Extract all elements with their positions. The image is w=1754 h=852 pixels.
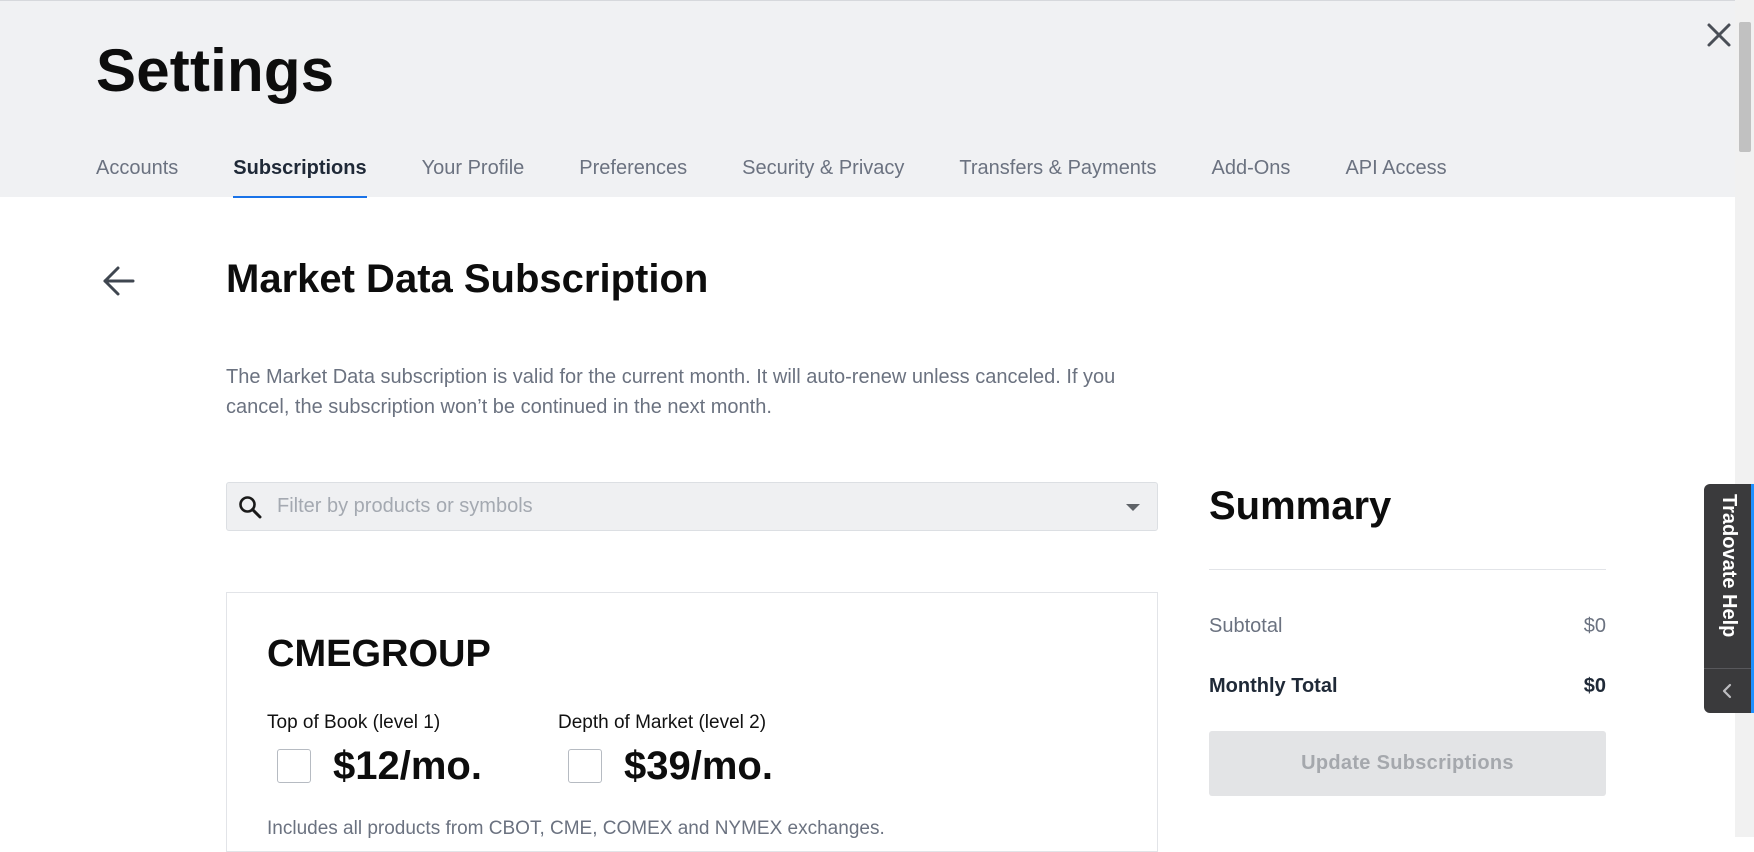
arrow-left-icon <box>103 266 135 296</box>
settings-header: Settings Accounts Subscriptions Your Pro… <box>0 0 1735 198</box>
search-icon <box>239 496 262 519</box>
exchange-card-cmegroup: CMEGROUP Top of Book (level 1) $12/mo. D… <box>226 592 1158 852</box>
update-subscriptions-button[interactable]: Update Subscriptions <box>1209 731 1606 796</box>
tab-preferences[interactable]: Preferences <box>579 149 687 198</box>
subscription-description: The Market Data subscription is valid fo… <box>226 366 1116 418</box>
help-tab-divider <box>1704 668 1751 669</box>
close-button[interactable] <box>1700 16 1738 54</box>
subtotal-value: $0 <box>1583 615 1606 637</box>
tab-subscriptions[interactable]: Subscriptions <box>233 149 367 198</box>
tier-top-of-book: Top of Book (level 1) $12/mo. <box>267 711 482 789</box>
caret-down-icon[interactable] <box>1123 500 1143 514</box>
scrollbar-thumb[interactable] <box>1739 22 1751 152</box>
chevron-left-icon[interactable] <box>1720 682 1734 700</box>
subtotal-label: Subtotal <box>1209 615 1283 637</box>
tab-your-profile[interactable]: Your Profile <box>422 149 525 198</box>
tier-depth-of-market: Depth of Market (level 2) $39/mo. <box>558 711 773 789</box>
summary-subtotal-row: Subtotal $0 <box>1209 613 1606 639</box>
summary-total-row: Monthly Total $0 <box>1209 673 1606 699</box>
tab-security-privacy[interactable]: Security & Privacy <box>742 149 904 198</box>
tab-transfers-payments[interactable]: Transfers & Payments <box>959 149 1156 198</box>
page-title: Settings <box>96 37 335 104</box>
tab-add-ons[interactable]: Add-Ons <box>1212 149 1291 198</box>
monthly-total-value: $0 <box>1583 675 1606 697</box>
tier-price: $39/mo. <box>624 744 773 788</box>
tab-api-access[interactable]: API Access <box>1345 149 1446 198</box>
help-tab-label: Tradovate Help <box>1718 494 1740 638</box>
tier-label: Depth of Market (level 2) <box>558 712 767 733</box>
close-icon <box>1707 23 1731 47</box>
monthly-total-label: Monthly Total <box>1209 675 1338 697</box>
tradovate-help-tab[interactable]: Tradovate Help <box>1704 484 1754 713</box>
top-of-book-checkbox[interactable] <box>277 749 311 783</box>
settings-tabs: Accounts Subscriptions Your Profile Pref… <box>96 149 1502 198</box>
product-filter[interactable] <box>226 482 1158 531</box>
product-filter-input[interactable] <box>277 483 1097 530</box>
depth-of-market-checkbox[interactable] <box>568 749 602 783</box>
summary-title: Summary <box>1209 484 1392 528</box>
summary-divider <box>1209 569 1606 570</box>
back-button[interactable] <box>100 262 138 300</box>
exchange-name: CMEGROUP <box>267 633 491 675</box>
section-title: Market Data Subscription <box>226 257 709 301</box>
tier-label: Top of Book (level 1) <box>267 712 441 733</box>
tier-price: $12/mo. <box>333 744 482 788</box>
tab-accounts[interactable]: Accounts <box>96 149 178 198</box>
